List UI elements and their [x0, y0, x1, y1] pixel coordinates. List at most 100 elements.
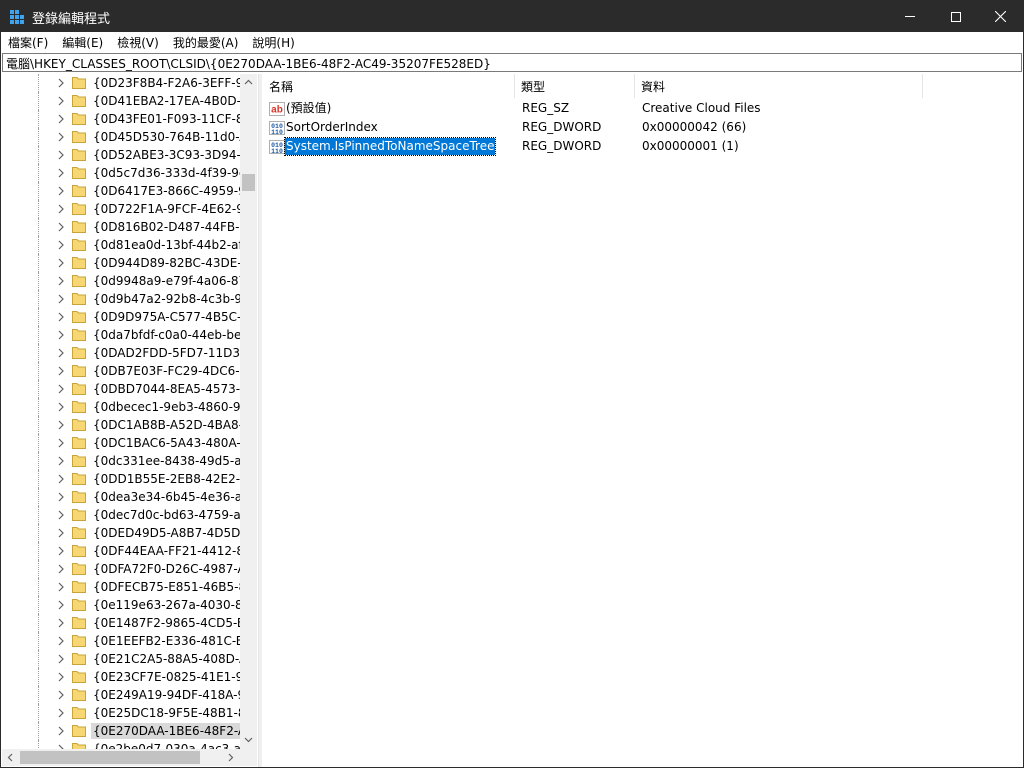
chevron-right-icon[interactable]: [56, 473, 66, 485]
menu-favorites[interactable]: 我的最愛(A): [166, 32, 246, 52]
minimize-button[interactable]: [887, 1, 933, 32]
column-header-type[interactable]: 類型: [515, 74, 635, 98]
tree-item[interactable]: {0D6417E3-866C-4959-98: [2, 182, 240, 200]
tree-item[interactable]: {0D816B02-D487-44FB-8B: [2, 218, 240, 236]
address-bar[interactable]: 電腦\HKEY_CLASSES_ROOT\CLSID\{0E270DAA-1BE…: [2, 53, 1022, 72]
tree-item[interactable]: {0D722F1A-9FCF-4E62-96: [2, 200, 240, 218]
chevron-right-icon[interactable]: [56, 689, 66, 701]
chevron-right-icon[interactable]: [56, 635, 66, 647]
tree-item[interactable]: {0E21C2A5-88A5-408D-A: [2, 650, 240, 668]
scroll-up-icon[interactable]: [244, 78, 253, 87]
chevron-right-icon[interactable]: [56, 383, 66, 395]
column-header-data[interactable]: 資料: [635, 74, 923, 98]
pane-splitter[interactable]: [258, 74, 262, 767]
chevron-right-icon[interactable]: [56, 401, 66, 413]
tree-vertical-scroll-thumb[interactable]: [242, 174, 255, 191]
column-header-name[interactable]: 名稱: [263, 74, 515, 98]
tree-item[interactable]: {0D52ABE3-3C93-3D94-A: [2, 146, 240, 164]
tree-item[interactable]: {0E270DAA-1BE6-48F2-AC: [2, 722, 240, 740]
tree-item[interactable]: {0D944D89-82BC-43DE-9: [2, 254, 240, 272]
tree-item[interactable]: {0E23CF7E-0825-41E1-95: [2, 668, 240, 686]
chevron-right-icon[interactable]: [56, 131, 66, 143]
menu-help[interactable]: 說明(H): [245, 32, 301, 52]
chevron-right-icon[interactable]: [56, 311, 66, 323]
chevron-right-icon[interactable]: [56, 221, 66, 233]
tree-item[interactable]: {0D23F8B4-F2A6-3EFF-9D: [2, 74, 240, 92]
chevron-right-icon[interactable]: [56, 581, 66, 593]
tree-item[interactable]: {0DC1BAC6-5A43-480A-8: [2, 434, 240, 452]
tree-item[interactable]: {0DED49D5-A8B7-4D5D-9: [2, 524, 240, 542]
chevron-right-icon[interactable]: [56, 293, 66, 305]
tree-item[interactable]: {0d81ea0d-13bf-44b2-af1: [2, 236, 240, 254]
tree-item[interactable]: {0DC1AB8B-A52D-4BA8-B: [2, 416, 240, 434]
value-row[interactable]: 010 110 System.IsPinnedToNameSpaceTree REG_…: [263, 137, 1023, 156]
tree-item[interactable]: {0dbecec1-9eb3-4860-9c: [2, 398, 240, 416]
tree-item[interactable]: {0DFECB75-E851-46B5-83: [2, 578, 240, 596]
tree-item[interactable]: {0D45D530-764B-11d0-A1: [2, 128, 240, 146]
tree-item[interactable]: {0da7bfdf-c0a0-44eb-be: [2, 326, 240, 344]
chevron-right-icon[interactable]: [56, 365, 66, 377]
chevron-right-icon[interactable]: [56, 419, 66, 431]
menu-view[interactable]: 檢視(V): [110, 32, 166, 52]
tree-item[interactable]: {0dc331ee-8438-49d5-a7: [2, 452, 240, 470]
tree-horizontal-scrollbar[interactable]: [2, 749, 240, 766]
chevron-right-icon[interactable]: [56, 239, 66, 251]
chevron-right-icon[interactable]: [56, 113, 66, 125]
tree-item[interactable]: {0D9D975A-C577-4B5C-9: [2, 308, 240, 326]
chevron-right-icon[interactable]: [56, 563, 66, 575]
chevron-right-icon[interactable]: [56, 437, 66, 449]
chevron-right-icon[interactable]: [56, 149, 66, 161]
chevron-right-icon[interactable]: [56, 545, 66, 557]
scroll-left-icon[interactable]: [6, 753, 15, 762]
title-bar[interactable]: 登錄編輯程式: [1, 1, 1023, 32]
chevron-right-icon[interactable]: [56, 599, 66, 611]
tree-item[interactable]: {0e2be0d7-030a-4ac3-a0: [2, 740, 240, 749]
tree-item[interactable]: {0E249A19-94DF-418A-91: [2, 686, 240, 704]
menu-edit[interactable]: 編輯(E): [55, 32, 110, 52]
chevron-right-icon[interactable]: [56, 167, 66, 179]
tree-item[interactable]: {0E1EEFB2-E336-481C-B1: [2, 632, 240, 650]
chevron-right-icon[interactable]: [56, 185, 66, 197]
tree-vertical-scrollbar[interactable]: [240, 74, 257, 749]
tree-item[interactable]: {0e119e63-267a-4030-8c: [2, 596, 240, 614]
tree-item[interactable]: {0dec7d0c-bd63-4759-aa: [2, 506, 240, 524]
chevron-right-icon[interactable]: [56, 527, 66, 539]
tree-item[interactable]: {0DD1B55E-2EB8-42E2-B8: [2, 470, 240, 488]
scroll-right-icon[interactable]: [226, 753, 235, 762]
chevron-right-icon[interactable]: [56, 455, 66, 467]
chevron-right-icon[interactable]: [56, 275, 66, 287]
tree-item[interactable]: {0d9b47a2-92b8-4c3b-91: [2, 290, 240, 308]
chevron-right-icon[interactable]: [56, 671, 66, 683]
chevron-right-icon[interactable]: [56, 77, 66, 89]
tree-item[interactable]: {0D43FE01-F093-11CF-89: [2, 110, 240, 128]
close-button[interactable]: [977, 1, 1023, 32]
chevron-right-icon[interactable]: [56, 617, 66, 629]
tree-item[interactable]: {0DF44EAA-FF21-4412-82: [2, 542, 240, 560]
maximize-button[interactable]: [933, 1, 979, 32]
chevron-right-icon[interactable]: [56, 257, 66, 269]
chevron-right-icon[interactable]: [56, 347, 66, 359]
chevron-right-icon[interactable]: [56, 491, 66, 503]
chevron-right-icon[interactable]: [56, 707, 66, 719]
tree-item[interactable]: {0d9948a9-e79f-4a06-878: [2, 272, 240, 290]
tree-item[interactable]: {0D41EBA2-17EA-4B0D-9: [2, 92, 240, 110]
tree-item[interactable]: {0DAD2FDD-5FD7-11D3-8: [2, 344, 240, 362]
menu-file[interactable]: 檔案(F): [1, 32, 55, 52]
chevron-right-icon[interactable]: [56, 653, 66, 665]
tree-item[interactable]: {0E1487F2-9865-4CD5-B9: [2, 614, 240, 632]
tree-item[interactable]: {0DFA72F0-D26C-4987-A1: [2, 560, 240, 578]
tree-item[interactable]: {0E25DC18-9F5E-48B1-80: [2, 704, 240, 722]
tree-item[interactable]: {0dea3e34-6b45-4e36-aa: [2, 488, 240, 506]
value-row[interactable]: ab (預設值) REG_SZ Creative Cloud Files: [263, 99, 1023, 118]
tree-item[interactable]: {0d5c7d36-333d-4f39-9c: [2, 164, 240, 182]
chevron-right-icon[interactable]: [56, 509, 66, 521]
tree-item[interactable]: {0DBD7044-8EA5-4573-A: [2, 380, 240, 398]
scroll-down-icon[interactable]: [244, 735, 253, 744]
chevron-right-icon[interactable]: [56, 203, 66, 215]
value-row[interactable]: 010 110 SortOrderIndex REG_DWORD 0x00000042 …: [263, 118, 1023, 137]
tree-item[interactable]: {0DB7E03F-FC29-4DC6-90: [2, 362, 240, 380]
chevron-right-icon[interactable]: [56, 329, 66, 341]
chevron-right-icon[interactable]: [56, 725, 66, 737]
tree-horizontal-scroll-thumb[interactable]: [20, 751, 200, 764]
chevron-right-icon[interactable]: [56, 95, 66, 107]
